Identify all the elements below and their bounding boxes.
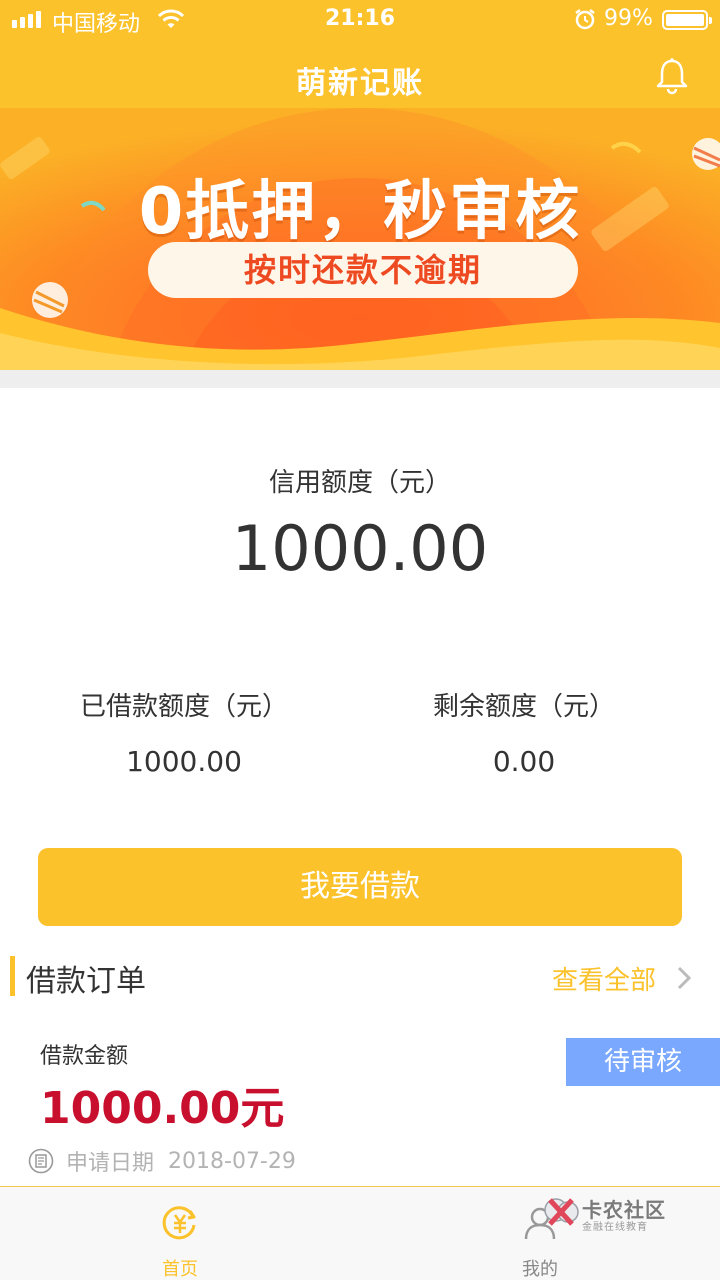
banner-title: 0抵押，秒审核 [138, 175, 582, 249]
borrowed-amount-value: 1000.00 [126, 745, 242, 778]
watermark-subtitle: 金融在线教育 [582, 1222, 648, 1233]
watermark-logo-icon [544, 1198, 579, 1226]
document-icon [28, 1148, 54, 1174]
orders-header: 借款订单 查看全部 [0, 952, 720, 1000]
order-amount-label: 借款金额 [40, 1044, 129, 1069]
yuan-coin-icon [162, 1206, 196, 1240]
credit-limit-value: 1000.00 [231, 512, 489, 585]
promo-banner[interactable]: 0抵押，秒审核 按时还款不逾期 [0, 108, 720, 370]
remaining-amount-label: 剩余额度（元） [432, 692, 615, 722]
page-title: 萌新记账 [296, 66, 424, 101]
nav-bar: 萌新记账 [0, 40, 720, 108]
battery-percent: 99% [604, 6, 653, 31]
tab-home[interactable]: 首页 [0, 1187, 360, 1281]
borrowed-amount-block: 已借款额度（元） 1000.00 [34, 686, 334, 778]
watermark: 卡农社区 金融在线教育 [522, 1190, 672, 1242]
order-amount-value: 1000.00元 [40, 1083, 285, 1134]
order-date-value: 2018-07-29 [168, 1148, 296, 1174]
section-divider [0, 370, 720, 388]
alarm-icon [575, 9, 595, 30]
tab-home-label: 首页 [162, 1259, 198, 1280]
banner-subtitle: 按时还款不逾期 [148, 242, 578, 298]
remaining-amount-value: 0.00 [492, 745, 556, 778]
section-accent-bar [10, 956, 15, 996]
chevron-right-icon[interactable] [676, 966, 692, 990]
order-date-label: 申请日期 [66, 1151, 155, 1176]
bell-icon[interactable] [652, 56, 692, 96]
order-date-row: 申请日期 2018-07-29 [28, 1146, 296, 1176]
status-bar: 中国移动 21:16 99% [0, 0, 720, 40]
borrowed-amount-label: 已借款额度（元） [79, 692, 288, 722]
remaining-amount-block: 剩余额度（元） 0.00 [374, 686, 674, 778]
tab-mine-label: 我的 [522, 1259, 558, 1280]
battery-icon [662, 10, 712, 30]
borrow-button[interactable]: 我要借款 [38, 848, 682, 926]
view-all-link[interactable]: 查看全部 [552, 960, 656, 997]
orders-title: 借款订单 [26, 964, 146, 999]
status-badge: 待审核 [566, 1038, 720, 1086]
credit-limit-label: 信用额度（元） [268, 468, 451, 498]
